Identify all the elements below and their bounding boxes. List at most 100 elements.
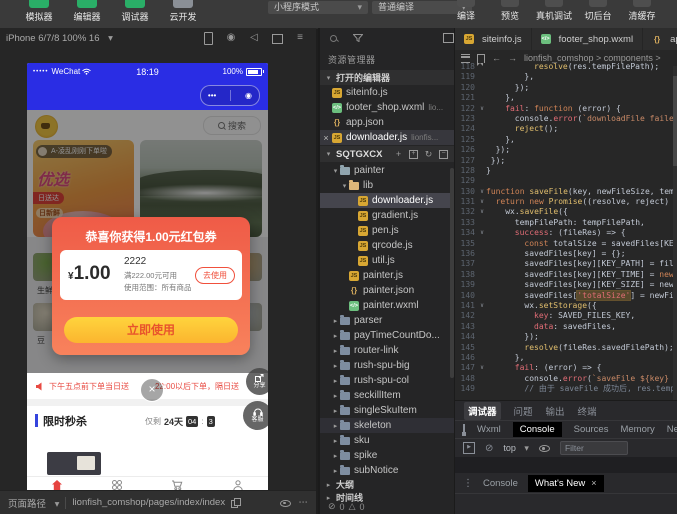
line-number: 149 bbox=[455, 384, 478, 394]
devtools-tab[interactable]: Console bbox=[513, 422, 562, 437]
whats-new-tab[interactable]: What's New × bbox=[528, 475, 604, 492]
phone-frame-icon[interactable] bbox=[202, 32, 214, 48]
new-folder-icon[interactable]: + bbox=[409, 150, 418, 159]
context-selector[interactable]: top ▾ bbox=[503, 443, 529, 454]
tree-item[interactable]: ▸parser bbox=[320, 313, 454, 328]
use-now-button[interactable]: 立即使用 bbox=[64, 317, 238, 343]
tree-item[interactable]: {}painter.json bbox=[320, 283, 454, 298]
tree-item[interactable]: JSqrcode.js bbox=[320, 238, 454, 253]
tree-item[interactable]: ▸payTimeCountDo... bbox=[320, 328, 454, 343]
tree-item[interactable]: ▸spike bbox=[320, 448, 454, 463]
close-icon[interactable]: × bbox=[320, 133, 332, 143]
clear-console-icon[interactable]: ⊘ bbox=[485, 443, 493, 454]
tree-item[interactable]: ▸rush-spu-col bbox=[320, 373, 454, 388]
eye-icon[interactable] bbox=[539, 444, 550, 452]
toolbar-button[interactable]: 预览 bbox=[493, 0, 527, 22]
tree-item[interactable]: ▸seckillItem bbox=[320, 388, 454, 403]
toolbar-button[interactable]: 切后台 bbox=[581, 0, 615, 22]
tree-item[interactable]: JSpen.js bbox=[320, 223, 454, 238]
fold-icon[interactable]: ∨ bbox=[478, 228, 486, 238]
device-selector[interactable]: iPhone 6/7/8 100% 16 ▾ bbox=[6, 33, 113, 44]
filter-icon[interactable] bbox=[353, 34, 363, 42]
mute-icon[interactable]: ◁ bbox=[248, 32, 260, 48]
run-icon[interactable]: ▶ bbox=[463, 442, 475, 454]
copy-icon[interactable] bbox=[231, 498, 239, 507]
layout-icon[interactable] bbox=[443, 31, 454, 46]
open-editor-item[interactable]: JSsiteinfo.js bbox=[320, 85, 454, 100]
open-editor-item[interactable]: ×JSdownloader.jslionfis... bbox=[320, 130, 454, 145]
toolbar-button-label: 切后台 bbox=[584, 9, 611, 22]
more-icon[interactable]: ⋯ bbox=[299, 497, 309, 508]
tree-item[interactable]: ▾painter bbox=[320, 163, 454, 178]
toolbar-button[interactable]: 清缓存 bbox=[625, 0, 659, 22]
toolbar-button[interactable]: 编辑器 bbox=[70, 0, 104, 23]
product-image[interactable] bbox=[47, 452, 101, 475]
toolbar-button[interactable]: 真机调试 bbox=[537, 0, 571, 22]
tree-item[interactable]: JSgradient.js bbox=[320, 208, 454, 223]
code-area[interactable]: 118resolve(res.tempFilePath);119},120});… bbox=[455, 62, 677, 396]
editor-tab[interactable]: </>footer_shop.wxml bbox=[532, 28, 643, 50]
toolbar-button[interactable]: 云开发 bbox=[166, 0, 200, 23]
tree-item[interactable]: </>painter.wxml bbox=[320, 298, 454, 313]
page-path-selector[interactable]: 页面路径 ▾ bbox=[8, 496, 59, 510]
close-icon[interactable]: × bbox=[591, 478, 596, 488]
mode-dropdown[interactable]: 小程序模式 ▾ bbox=[268, 1, 368, 14]
debugger-tab[interactable]: 输出 bbox=[546, 404, 565, 418]
tree-item[interactable]: ▸sku bbox=[320, 433, 454, 448]
kebab-menu-icon[interactable]: ⋮ bbox=[463, 478, 473, 489]
capsule-menu[interactable]: ••• ◉ bbox=[200, 85, 260, 106]
devtools-tab[interactable]: Memory bbox=[620, 424, 654, 435]
window-icon[interactable] bbox=[271, 32, 283, 48]
toolbar-button[interactable]: 模拟器 bbox=[22, 0, 56, 23]
tree-item[interactable]: ▸router-link bbox=[320, 343, 454, 358]
tree-item[interactable]: ▸singleSkuItem bbox=[320, 403, 454, 418]
record-icon[interactable]: ◉ bbox=[225, 32, 237, 48]
open-editor-item[interactable]: </>footer_shop.wxmllio... bbox=[320, 100, 454, 115]
tree-item[interactable]: ▸skeleton bbox=[320, 418, 454, 433]
fold-icon[interactable]: ∨ bbox=[478, 197, 486, 207]
tree-item[interactable]: JSpainter.js bbox=[320, 268, 454, 283]
editor-tab[interactable]: {}ap bbox=[643, 28, 677, 50]
open-editors-header[interactable]: ▾ 打开的编辑器 bbox=[320, 70, 454, 85]
devtools-tab[interactable]: Netwo bbox=[667, 424, 677, 435]
console-tab[interactable]: Console bbox=[483, 478, 518, 489]
search-icon[interactable] bbox=[330, 35, 337, 42]
tree-item[interactable]: ▾lib bbox=[320, 178, 454, 193]
whats-new-label: What's New bbox=[535, 478, 585, 489]
inspect-element-icon[interactable] bbox=[463, 424, 465, 435]
editor-tab[interactable]: JSsiteinfo.js bbox=[455, 28, 532, 50]
debugger-tab[interactable]: 问题 bbox=[514, 404, 533, 418]
debugger-tab[interactable]: 终端 bbox=[578, 404, 597, 418]
fold-icon[interactable]: ∨ bbox=[478, 104, 486, 114]
eye-icon[interactable] bbox=[280, 499, 291, 507]
tree-item[interactable]: JSdownloader.js bbox=[320, 193, 454, 208]
open-editor-item[interactable]: {}app.json bbox=[320, 115, 454, 130]
editor-scrollbar[interactable] bbox=[673, 66, 677, 400]
line-number: 148 bbox=[455, 374, 478, 384]
fold-icon[interactable]: ∨ bbox=[478, 363, 486, 373]
use-coupon-link[interactable]: 去使用 bbox=[195, 267, 235, 284]
share-float-button[interactable]: 分享 bbox=[246, 368, 268, 395]
project-header[interactable]: ▾ SQTGXCX + + ↻ − bbox=[320, 146, 454, 162]
tree-item[interactable]: ▸subNotice bbox=[320, 463, 454, 478]
outline-section[interactable]: ▸ 大纲 bbox=[320, 478, 457, 491]
modal-close-icon[interactable]: × bbox=[140, 378, 164, 402]
debugger-tab[interactable]: 调试器 bbox=[464, 402, 501, 420]
new-file-icon[interactable]: + bbox=[394, 150, 403, 159]
menu-icon[interactable]: ≡ bbox=[294, 32, 306, 48]
collapse-all-icon[interactable]: − bbox=[439, 150, 448, 159]
explorer-scrollbar[interactable] bbox=[450, 168, 454, 378]
filter-input[interactable] bbox=[560, 441, 628, 455]
service-float-button[interactable]: 客服 bbox=[243, 401, 268, 430]
problems-status[interactable]: ⊘ 0 △ 0 bbox=[328, 501, 365, 512]
tree-item[interactable]: JSutil.js bbox=[320, 253, 454, 268]
fold-icon[interactable]: ∨ bbox=[478, 187, 486, 197]
devtools-tab[interactable]: Wxml bbox=[477, 424, 501, 435]
devtools-tab[interactable]: Sources bbox=[574, 424, 609, 435]
tree-item[interactable]: ▸rush-spu-big bbox=[320, 358, 454, 373]
fold-icon[interactable]: ∨ bbox=[478, 301, 486, 311]
fold-icon[interactable]: ∨ bbox=[478, 207, 486, 217]
refresh-icon[interactable]: ↻ bbox=[424, 150, 433, 159]
toolbar-button[interactable]: 调试器 bbox=[118, 0, 152, 23]
toolbar-button[interactable]: 编译 bbox=[449, 0, 483, 22]
